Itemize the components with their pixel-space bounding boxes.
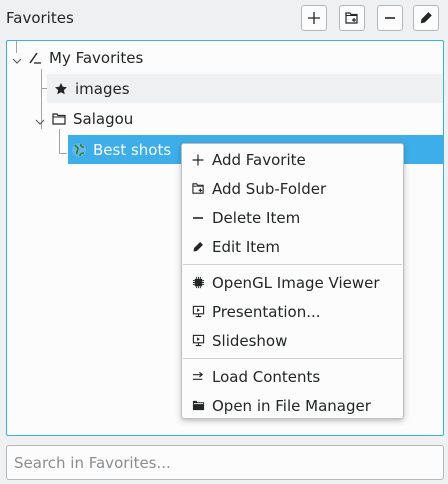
menu-item-label: Add Favorite <box>212 150 306 169</box>
menu-separator <box>183 358 402 359</box>
add-folder-icon <box>345 11 359 25</box>
favorites-header: Favorites <box>0 0 448 38</box>
tree-line <box>59 153 67 154</box>
minus-icon <box>190 210 206 226</box>
search-input[interactable] <box>6 445 444 480</box>
menu-item-label: Delete Item <box>212 208 301 227</box>
plus-icon <box>190 152 206 168</box>
load-contents-icon <box>190 369 206 385</box>
favorites-sidebar: Favorites My Favorites images Salagou Be… <box>0 0 448 484</box>
globe-icon <box>71 142 87 158</box>
add-sub-folder-button[interactable] <box>339 5 365 31</box>
delete-item-button[interactable] <box>377 5 403 31</box>
chevron-down-icon[interactable] <box>34 113 46 125</box>
root-icon <box>27 50 43 66</box>
menu-item-label: Presentation... <box>212 302 321 321</box>
menu-item-label: Edit Item <box>212 237 280 256</box>
pencil-icon <box>190 239 206 255</box>
menu-item-add-favorite[interactable]: Add Favorite <box>183 145 402 174</box>
tree-item-label: My Favorites <box>49 48 144 67</box>
menu-separator <box>183 264 402 265</box>
edit-item-button[interactable] <box>413 5 439 31</box>
menu-item-label: Slideshow <box>212 331 288 350</box>
pencil-icon <box>419 11 433 25</box>
file-manager-icon <box>190 398 206 414</box>
tree-item-label: Best shots <box>93 140 172 159</box>
menu-item-open-file-manager[interactable]: Open in File Manager <box>183 391 402 420</box>
tree-item-label: Salagou <box>73 109 134 128</box>
add-folder-icon <box>190 181 206 197</box>
menu-item-label: OpenGL Image Viewer <box>212 273 380 292</box>
menu-item-presentation[interactable]: Presentation... <box>183 297 402 326</box>
minus-icon <box>383 11 397 25</box>
folder-icon <box>51 111 67 127</box>
panel-title: Favorites <box>6 9 74 27</box>
menu-item-label: Open in File Manager <box>212 396 371 415</box>
context-menu: Add Favorite Add Sub-Folder Delete Item … <box>181 143 404 419</box>
menu-item-slideshow[interactable]: Slideshow <box>183 326 402 355</box>
menu-item-delete-item[interactable]: Delete Item <box>183 203 402 232</box>
menu-item-opengl-viewer[interactable]: OpenGL Image Viewer <box>183 268 402 297</box>
tree-item-label: images <box>75 79 130 98</box>
tree-item-salagou[interactable]: Salagou <box>51 104 351 133</box>
menu-item-load-contents[interactable]: Load Contents <box>183 362 402 391</box>
star-icon <box>53 81 69 97</box>
add-favorite-button[interactable] <box>301 5 327 31</box>
chip-icon <box>190 275 206 291</box>
menu-item-edit-item[interactable]: Edit Item <box>183 232 402 261</box>
tree-item-images[interactable]: images <box>47 74 443 103</box>
chevron-down-icon[interactable] <box>11 52 23 64</box>
plus-icon <box>307 11 321 25</box>
presentation-icon <box>190 304 206 320</box>
menu-item-add-sub-folder[interactable]: Add Sub-Folder <box>183 174 402 203</box>
tree-item-my-favorites[interactable]: My Favorites <box>27 43 327 72</box>
slideshow-icon <box>190 333 206 349</box>
menu-item-label: Load Contents <box>212 367 321 386</box>
menu-item-label: Add Sub-Folder <box>212 179 327 198</box>
